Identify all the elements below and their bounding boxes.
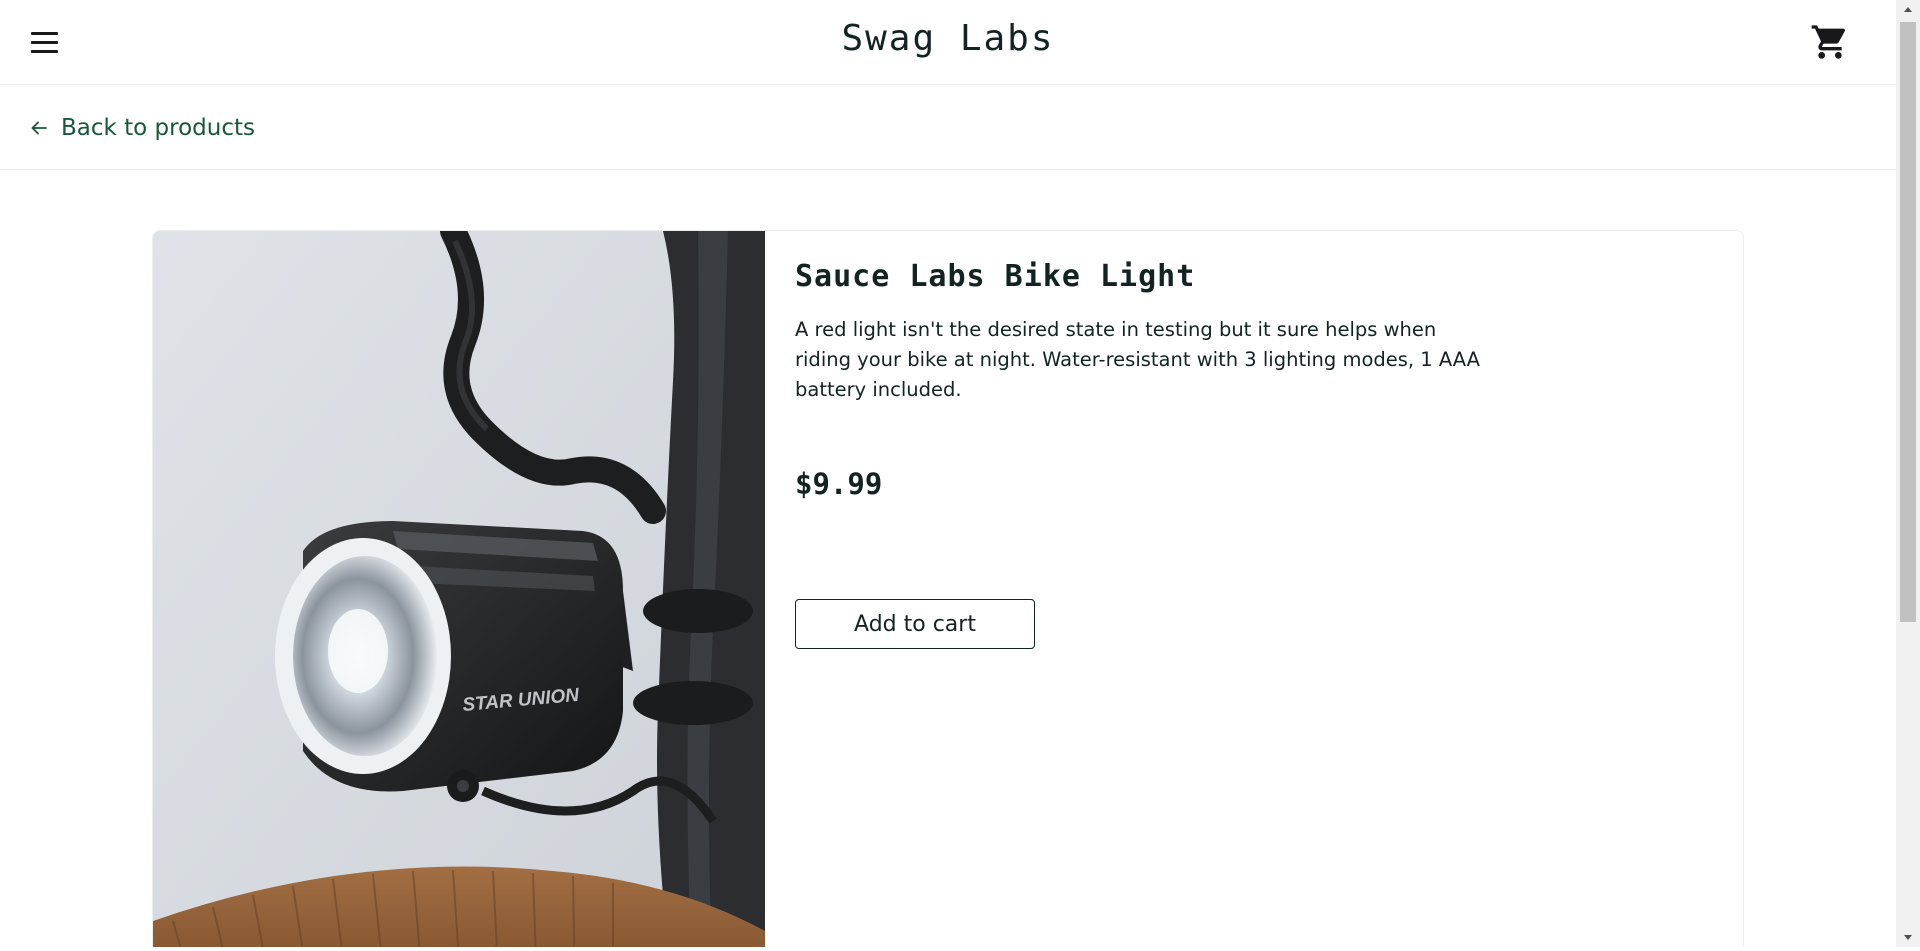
shopping-cart-link[interactable]: [1810, 22, 1850, 62]
product-description: A red light isn't the desired state in t…: [795, 318, 1481, 401]
app-logo: Swag Labs: [841, 18, 1055, 59]
shopping-cart-icon: [1811, 25, 1846, 59]
vertical-scrollbar[interactable]: [1896, 0, 1920, 947]
hamburger-menu-icon-bar: [31, 41, 58, 44]
product-name: Sauce Labs Bike Light: [795, 259, 1196, 294]
back-to-products-button[interactable]: Back to products: [30, 111, 255, 145]
primary-header: Swag Labs: [0, 0, 1896, 85]
hamburger-menu-icon: [31, 32, 58, 35]
product-price: $9.99: [795, 467, 883, 501]
product-image: STAR UNION: [153, 231, 765, 947]
add-to-cart-button[interactable]: Add to cart: [795, 599, 1035, 649]
hamburger-menu-icon-bar: [31, 50, 58, 53]
scroll-down-button[interactable]: [1896, 927, 1920, 947]
scroll-up-button[interactable]: [1896, 0, 1920, 20]
back-to-products-label: Back to products: [61, 115, 255, 141]
scroll-down-arrow-icon: [1904, 935, 1912, 940]
arrow-left-icon: [31, 121, 47, 135]
page: Swag Labs Back to products STAR UNION Sa…: [0, 0, 1896, 947]
secondary-header: Back to products: [0, 85, 1896, 170]
bike-light-photo: STAR UNION: [153, 231, 765, 947]
open-menu-button[interactable]: [30, 30, 60, 56]
scroll-up-arrow-icon: [1904, 7, 1912, 12]
product-details: Sauce Labs Bike Light A red light isn't …: [795, 259, 1495, 649]
scrollbar-thumb[interactable]: [1900, 22, 1916, 622]
inventory-details-container: STAR UNION Sauce Labs Bike Light A red l…: [152, 230, 1744, 947]
